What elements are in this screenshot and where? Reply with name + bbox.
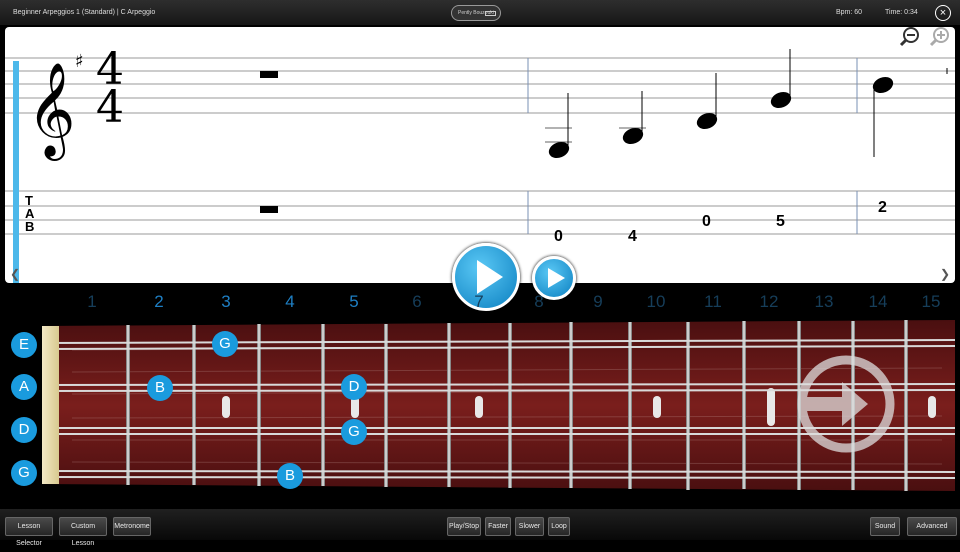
string-label-d[interactable]: D bbox=[11, 417, 37, 443]
tab-label: T A B bbox=[25, 193, 35, 234]
tab-label-b: B bbox=[25, 219, 34, 234]
fret-number: 4 bbox=[285, 292, 295, 311]
advanced-button[interactable]: Advanced bbox=[907, 517, 957, 536]
fretboard bbox=[42, 320, 955, 491]
staff-lines bbox=[5, 57, 955, 235]
tab-number: 0 bbox=[702, 213, 711, 230]
time-readout: Time: 0:34 bbox=[885, 9, 918, 16]
fret-number: 5 bbox=[349, 292, 359, 311]
fret-number: 1 bbox=[87, 292, 97, 311]
notes bbox=[545, 49, 948, 158]
fret-number: 11 bbox=[704, 292, 722, 311]
fretboard-note: G bbox=[212, 331, 238, 357]
close-icon[interactable]: × bbox=[935, 5, 951, 21]
fret-number: 8 bbox=[534, 292, 544, 311]
fret-number: 9 bbox=[593, 292, 603, 311]
string-label-e[interactable]: E bbox=[11, 332, 37, 358]
lesson-title: Beginner Arpeggios 1 (Standard) | C Arpe… bbox=[13, 9, 156, 16]
fret-number: 14 bbox=[868, 292, 888, 311]
metronome-button[interactable]: Metronome bbox=[113, 517, 151, 536]
fretboard-note: B bbox=[277, 463, 303, 489]
tab-number: 5 bbox=[776, 213, 785, 230]
loop-button[interactable]: Loop bbox=[548, 517, 570, 536]
tab-number: 4 bbox=[628, 228, 637, 245]
playback-cursor bbox=[13, 61, 19, 283]
whole-rest-icon bbox=[260, 71, 278, 78]
fret-number: 15 bbox=[921, 292, 941, 311]
lesson-selector-button[interactable]: Lesson Selector bbox=[5, 517, 53, 547]
logo-bar-icon bbox=[485, 11, 496, 16]
fretboard-note: D bbox=[341, 374, 367, 400]
string-label-a[interactable]: A bbox=[11, 374, 37, 400]
scroll-right-icon[interactable]: ❯ bbox=[940, 267, 950, 281]
title-bar: Beginner Arpeggios 1 (Standard) | C Arpe… bbox=[0, 0, 960, 25]
treble-clef-icon: 𝄞 bbox=[27, 62, 75, 161]
fret-number: 2 bbox=[154, 292, 164, 311]
fret-number-row: 1 2 3 4 5 6 7 8 9 10 11 12 13 14 15 bbox=[0, 292, 960, 316]
play-stop-button[interactable]: Play/Stop bbox=[447, 517, 481, 536]
fretboard-note: B bbox=[147, 375, 173, 401]
string-label-g[interactable]: G bbox=[11, 460, 37, 486]
zoom-out-icon[interactable] bbox=[899, 27, 919, 47]
zoom-in-icon[interactable] bbox=[929, 27, 949, 47]
fret-number: 10 bbox=[646, 292, 666, 311]
bpm-readout: Bpm: 60 bbox=[836, 9, 863, 16]
sharp-icon: ♯ bbox=[75, 51, 84, 72]
tab-rest-icon bbox=[260, 206, 278, 213]
app-logo: Pently Bouzouki bbox=[451, 5, 501, 21]
faster-button[interactable]: Faster bbox=[485, 517, 511, 536]
nut bbox=[42, 326, 59, 484]
fret-number: 12 bbox=[759, 292, 779, 311]
fret-number: 3 bbox=[221, 292, 231, 311]
fretboard-note: G bbox=[341, 419, 367, 445]
tab-number: 0 bbox=[554, 228, 563, 245]
tab-number: 2 bbox=[878, 199, 887, 216]
time-sig-bottom: 4 bbox=[96, 82, 124, 133]
custom-lesson-button[interactable]: Custom Lesson bbox=[59, 517, 107, 547]
fret-number: 13 bbox=[814, 292, 834, 311]
scroll-left-icon[interactable]: ❮ bbox=[10, 267, 20, 281]
sound-button[interactable]: Sound bbox=[870, 517, 900, 536]
slower-button[interactable]: Slower bbox=[515, 517, 544, 536]
fret-number: 7 bbox=[474, 292, 484, 311]
bottom-toolbar: Lesson Selector Custom Lesson Metronome … bbox=[0, 509, 960, 547]
fret-number: 6 bbox=[412, 292, 422, 311]
